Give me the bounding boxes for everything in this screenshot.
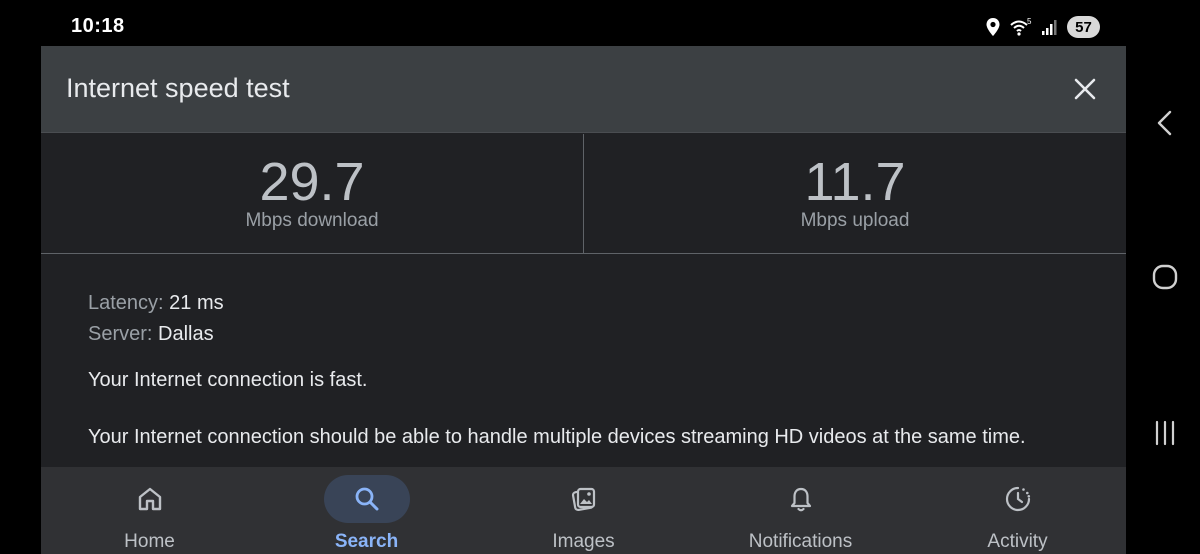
status-icons: 5 57: [985, 15, 1100, 39]
test-details: Latency: 21 ms Server: Dallas: [88, 288, 1088, 350]
images-icon: [571, 487, 595, 512]
nav-activity-pill: [975, 475, 1061, 523]
status-time: 10:18: [71, 15, 125, 37]
signal-icon: [1042, 20, 1057, 35]
recents-icon: [1155, 420, 1175, 446]
svg-text:5: 5: [1027, 17, 1032, 26]
server-line: Server: Dallas: [88, 319, 1088, 350]
upload-value: 11.7: [804, 152, 906, 212]
battery-badge: 57: [1067, 16, 1100, 38]
nav-home[interactable]: Home: [41, 467, 258, 554]
server-value: Dallas: [158, 323, 214, 345]
speed-test-app: Internet speed test 29.7 Mbps download 1…: [41, 46, 1126, 554]
back-button[interactable]: [1148, 106, 1182, 140]
location-icon: [986, 18, 1000, 36]
system-nav-bar: [1126, 46, 1200, 554]
home-icon: [138, 487, 161, 511]
home-system-button[interactable]: [1148, 260, 1182, 294]
latency-value: 21 ms: [169, 292, 224, 314]
bottom-nav: Home Search Images Notifications Activit…: [41, 467, 1126, 554]
nav-search[interactable]: Search: [258, 467, 475, 554]
close-button[interactable]: [1068, 72, 1102, 106]
download-result: 29.7 Mbps download: [41, 134, 583, 254]
card-header: Internet speed test: [41, 46, 1126, 133]
recents-button[interactable]: [1148, 416, 1182, 450]
activity-icon: [1005, 486, 1030, 512]
upload-result: 11.7 Mbps upload: [584, 134, 1126, 254]
nav-home-label: Home: [124, 531, 175, 552]
nav-home-pill: [107, 475, 193, 523]
nav-search-label: Search: [334, 531, 399, 552]
upload-label: Mbps upload: [800, 210, 910, 231]
home-circle-icon: [1152, 264, 1178, 290]
nav-notifications-label: Notifications: [748, 531, 853, 552]
nav-images-label: Images: [552, 531, 615, 552]
latency-key: Latency:: [88, 292, 164, 314]
download-label: Mbps download: [245, 210, 379, 231]
card-title: Internet speed test: [66, 73, 290, 103]
nav-activity-label: Activity: [987, 531, 1048, 552]
close-icon: [1074, 78, 1096, 100]
nav-notifications[interactable]: Notifications: [692, 467, 909, 554]
bell-icon: [790, 487, 811, 512]
latency-line: Latency: 21 ms: [88, 288, 1088, 319]
back-icon: [1157, 110, 1172, 136]
speed-summary: Your Internet connection is fast.: [88, 369, 368, 391]
wifi-icon: 5: [1010, 17, 1032, 36]
server-key: Server:: [88, 323, 153, 345]
nav-search-pill: [323, 475, 410, 523]
speed-description: Your Internet connection should be able …: [88, 426, 1026, 448]
speed-results: 29.7 Mbps download 11.7 Mbps upload: [41, 134, 1126, 254]
download-value: 29.7: [259, 152, 365, 212]
nav-notifications-pill: [758, 475, 844, 523]
search-icon: [355, 487, 378, 511]
nav-images[interactable]: Images: [475, 467, 692, 554]
status-bar: 10:18 5 57: [0, 0, 1200, 46]
nav-images-pill: [541, 475, 627, 523]
nav-activity[interactable]: Activity: [909, 467, 1126, 554]
